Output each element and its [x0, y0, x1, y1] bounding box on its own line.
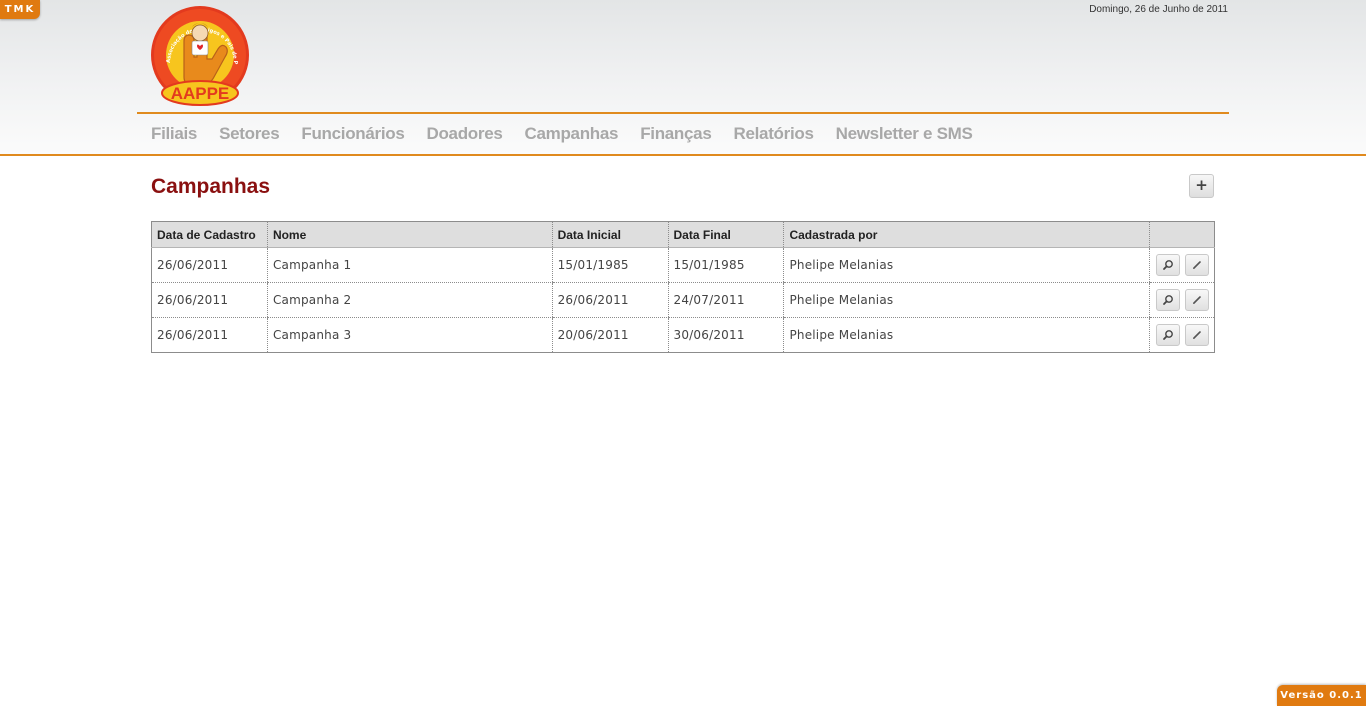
search-icon [1163, 260, 1173, 270]
version-badge: Versão 0.0.1 [1277, 685, 1366, 706]
column-header-data-inicial[interactable]: Data Inicial [551, 221, 669, 248]
cell-cadastrada-por: Phelipe Melanias [783, 247, 1150, 283]
search-icon [1163, 295, 1173, 305]
edit-button[interactable] [1184, 254, 1209, 276]
view-button[interactable] [1155, 289, 1180, 311]
cell-data-cadastro: 26/06/2011 [151, 247, 268, 283]
edit-button[interactable] [1184, 289, 1209, 311]
tmk-badge[interactable]: TMK [0, 0, 40, 19]
column-header-nome[interactable]: Nome [266, 221, 553, 248]
cell-cadastrada-por: Phelipe Melanias [783, 282, 1150, 318]
page-title: Campanhas [151, 175, 271, 198]
table-header-row: Data de Cadastro Nome Data Inicial Data … [151, 221, 1215, 248]
add-icon: + [1195, 176, 1208, 194]
nav-item-doadores[interactable]: Doadores [427, 124, 503, 144]
nav-item-relatorios[interactable]: Relatórios [733, 124, 813, 144]
search-icon [1163, 330, 1173, 340]
edit-icon [1192, 331, 1201, 339]
campaigns-table: Data de Cadastro Nome Data Inicial Data … [151, 221, 1215, 353]
nav-item-funcionarios[interactable]: Funcionários [301, 124, 404, 144]
current-date: Domingo, 26 de Junho de 2011 [1089, 4, 1228, 15]
edit-icon [1192, 296, 1201, 304]
column-header-actions [1148, 221, 1215, 248]
cell-nome: Campanha 3 [266, 317, 553, 353]
column-header-data-final[interactable]: Data Final [667, 221, 784, 248]
header-divider [137, 112, 1229, 114]
logo-text: AAPPE [171, 84, 230, 103]
column-header-data-cadastro[interactable]: Data de Cadastro [151, 221, 268, 248]
view-button[interactable] [1155, 254, 1180, 276]
cell-cadastrada-por: Phelipe Melanias [783, 317, 1150, 353]
main-nav: Filiais Setores Funcionários Doadores Ca… [151, 124, 995, 144]
edit-button[interactable] [1184, 324, 1209, 346]
nav-item-newsletter-sms[interactable]: Newsletter e SMS [836, 124, 973, 144]
add-campaign-button[interactable]: + [1189, 174, 1214, 198]
nav-item-financas[interactable]: Finanças [640, 124, 712, 144]
nav-item-campanhas[interactable]: Campanhas [525, 124, 619, 144]
cell-data-inicial: 26/06/2011 [551, 282, 669, 318]
table-row: 26/06/2011 Campanha 2 26/06/2011 24/07/2… [151, 282, 1215, 318]
cell-data-inicial: 15/01/1985 [551, 247, 669, 283]
cell-actions [1148, 317, 1215, 353]
table-row: 26/06/2011 Campanha 3 20/06/2011 30/06/2… [152, 317, 1215, 353]
cell-actions [1148, 247, 1215, 283]
cell-actions [1148, 282, 1215, 318]
cell-data-final: 24/07/2011 [667, 282, 784, 318]
nav-item-filiais[interactable]: Filiais [151, 124, 197, 144]
cell-data-cadastro: 26/06/2011 [157, 328, 229, 342]
view-button[interactable] [1155, 324, 1180, 346]
cell-nome: Campanha 2 [266, 282, 553, 318]
cell-data-inicial: 20/06/2011 [551, 317, 669, 353]
cell-data-final: 30/06/2011 [667, 317, 784, 353]
aappe-logo[interactable]: Associação dos Amigos e Pais de Pessoas … [148, 1, 251, 107]
cell-data-final: 15/01/1985 [667, 247, 784, 283]
table-row: 26/06/2011 Campanha 1 15/01/1985 15/01/1… [151, 247, 1215, 283]
cell-nome: Campanha 1 [266, 247, 553, 283]
column-header-cadastrada-por[interactable]: Cadastrada por [783, 221, 1150, 248]
cell-data-cadastro: 26/06/2011 [151, 282, 268, 318]
nav-item-setores[interactable]: Setores [219, 124, 280, 144]
edit-icon [1192, 261, 1201, 269]
aappe-logo-graphic: Associação dos Amigos e Pais de Pessoas … [148, 1, 249, 106]
